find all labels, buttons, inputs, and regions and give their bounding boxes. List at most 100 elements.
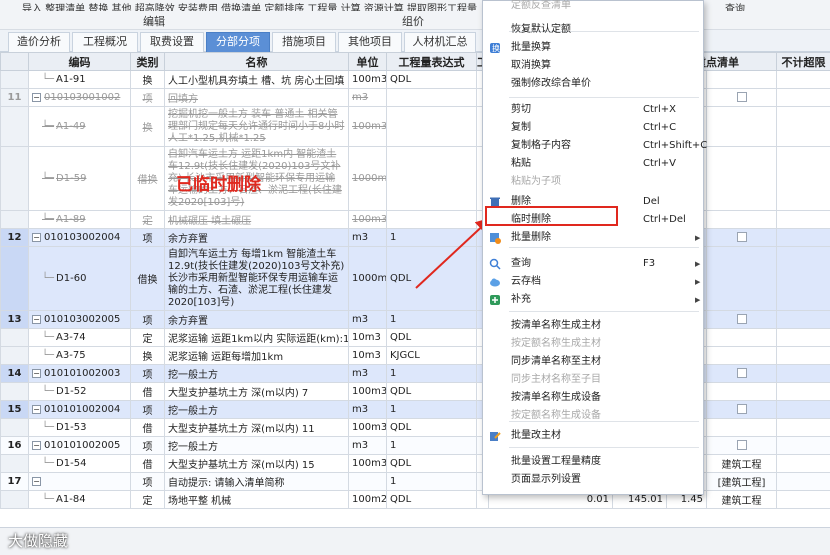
cell-category[interactable]: 借换 xyxy=(130,146,165,211)
col-no-overlimit[interactable]: 不计超限 xyxy=(776,52,830,71)
cell-no-overlimit[interactable] xyxy=(776,364,830,383)
menu-item-1[interactable]: 恢复默认定额 xyxy=(483,21,703,39)
key-bill-checkbox[interactable] xyxy=(736,368,747,378)
key-bill-checkbox[interactable] xyxy=(736,232,747,242)
cell-name[interactable]: 大型支护基坑土方 深(m以内) 11 xyxy=(164,418,349,437)
cell-category[interactable]: 借 xyxy=(130,418,165,437)
cell-key-bill[interactable] xyxy=(706,418,777,437)
cell-code[interactable]: └─ D1-53 xyxy=(28,418,131,437)
menu-item-13[interactable]: 查询 F3 ▶ xyxy=(483,255,703,273)
collapse-toggle-icon[interactable]: − xyxy=(32,440,41,450)
cell-code[interactable]: └─ A1-89 xyxy=(28,210,131,229)
cell-code[interactable]: └─ A1-91 xyxy=(28,70,131,89)
col-unit[interactable]: 单位 xyxy=(348,52,387,71)
cell-code[interactable]: └─ D1-59 xyxy=(28,146,131,211)
menu-item-2[interactable]: 换 批量换算 xyxy=(483,39,703,57)
quota-row[interactable]: └─D1-54借大型支护基坑土方 深(m以内) 15100m3QDL0.0138… xyxy=(0,454,830,473)
cell-unit[interactable]: 100m3 xyxy=(348,418,387,437)
cell-key-bill[interactable] xyxy=(706,210,777,229)
collapse-toggle-icon[interactable]: − xyxy=(32,368,41,378)
cell-name[interactable]: 大型支护基坑土方 深(m以内) 7 xyxy=(164,382,349,401)
cell-name[interactable]: 场地平整 机械 xyxy=(164,490,349,509)
cell-unit[interactable]: m3 xyxy=(348,400,387,419)
cell-category[interactable]: 借 xyxy=(130,454,165,473)
quota-row[interactable]: └─ D1-52 借大型支护基坑土方 深(m以内) 7 100m3 QDL xyxy=(0,382,830,401)
cell-no-overlimit[interactable] xyxy=(776,88,830,107)
cell-key-bill[interactable] xyxy=(706,228,777,247)
cell-unit[interactable]: 100m3 xyxy=(348,382,387,401)
cell-key-bill[interactable] xyxy=(706,436,777,455)
cell-name[interactable]: 余方弃置 xyxy=(164,228,349,247)
cell-category[interactable]: 项 xyxy=(130,228,165,247)
cell-code[interactable]: └─ A1-84 xyxy=(28,490,131,509)
cell-code[interactable]: └─ A3-74 xyxy=(28,328,131,347)
quota-row[interactable]: └─ A3-75 换泥浆运输 运距每增加1km 10m3 KJGCL xyxy=(0,346,830,365)
cell-key-bill[interactable] xyxy=(706,400,777,419)
cell-key-bill[interactable] xyxy=(706,70,777,89)
cell-category[interactable]: 定 xyxy=(130,328,165,347)
cell-code[interactable]: └─ D1-52 xyxy=(28,382,131,401)
cell-code[interactable]: −010101002004 xyxy=(28,400,131,419)
cell-key-bill[interactable] xyxy=(706,328,777,347)
quota-row[interactable]: └─ D1-53 借大型支护基坑土方 深(m以内) 11 100m3 QDL xyxy=(0,418,830,437)
cell-no-overlimit[interactable] xyxy=(776,418,830,437)
cell-key-bill[interactable] xyxy=(706,88,777,107)
cell-code[interactable]: └─ D1-54 xyxy=(28,454,131,473)
bill-row[interactable]: 17−项自动提示: 请输入清单简称1167.8267.82[建筑工程] xyxy=(0,472,830,491)
cell-unit[interactable]: 10m3 xyxy=(348,346,387,365)
cell-name[interactable]: 机械碾压 填土碾压 xyxy=(164,210,349,229)
cell-unit[interactable] xyxy=(348,472,387,491)
tab-measures[interactable]: 措施项目 xyxy=(272,32,336,52)
menu-item-0[interactable]: 定额反查清单 xyxy=(483,0,703,15)
menu-item-23[interactable]: 批量设置工程量精度 xyxy=(483,453,703,471)
cell-no-overlimit[interactable] xyxy=(776,310,830,329)
cell-key-bill[interactable] xyxy=(706,146,777,211)
cell-quantity-expr[interactable]: QDL xyxy=(386,490,477,509)
cell-key-bill[interactable] xyxy=(706,310,777,329)
cell-unit[interactable]: 1000m3 xyxy=(348,146,387,211)
cell-name[interactable]: 大型支护基坑土方 深(m以内) 15 xyxy=(164,454,349,473)
cell-category[interactable]: 换 xyxy=(130,70,165,89)
cell-code[interactable]: −010103001002 xyxy=(28,88,131,107)
cell-category[interactable]: 项 xyxy=(130,310,165,329)
bill-row[interactable]: 11−010103001002 项回填方 m3 xyxy=(0,88,830,107)
cell-quantity-expr[interactable] xyxy=(386,210,477,229)
cell-no-overlimit[interactable] xyxy=(776,228,830,247)
menu-item-18[interactable]: 同步清单名称至主材 xyxy=(483,353,703,371)
bill-row[interactable]: 12−010103002004 项余方弃置 m3 1 xyxy=(0,228,830,247)
menu-item-22[interactable]: 批量改主材 xyxy=(483,427,703,445)
quota-row[interactable]: └─ A3-74 定泥浆运输 运距1km以内 实际运距(km):10 10m3 QDL xyxy=(0,328,830,347)
cell-name[interactable]: 挖一般土方 xyxy=(164,400,349,419)
cell-name[interactable]: 人工小型机具夯填土 槽、坑 房心土回填 人工*0.9 xyxy=(164,70,349,89)
tab-other-items[interactable]: 其他项目 xyxy=(338,32,402,52)
cell-category[interactable]: 项 xyxy=(130,472,165,491)
cell-unit[interactable]: 10m3 xyxy=(348,328,387,347)
tab-fee-settings[interactable]: 取费设置 xyxy=(140,32,204,52)
cell-unit[interactable]: 100m3 xyxy=(348,210,387,229)
cell-code[interactable]: −010103002004 xyxy=(28,228,131,247)
cell-unit[interactable]: m3 xyxy=(348,88,387,107)
cell-category[interactable]: 借换 xyxy=(130,246,165,311)
menu-item-6[interactable]: 复制 Ctrl+C xyxy=(483,119,703,137)
cell-quantity-expr[interactable]: QDL xyxy=(386,454,477,473)
menu-item-21[interactable]: 按定额名称生成设备 xyxy=(483,407,703,425)
menu-item-17[interactable]: 按定额名称生成主材 xyxy=(483,335,703,353)
cell-no-overlimit[interactable] xyxy=(776,490,830,509)
cell-category[interactable]: 项 xyxy=(130,364,165,383)
ribbon-top-items[interactable]: 导入 整理清单 替换 其他 超高降效 安装费用 借换清单 定额排序 工程量 计算… xyxy=(22,0,482,11)
cell-key-bill[interactable] xyxy=(706,364,777,383)
cell-quantity-expr[interactable]: QDL xyxy=(386,382,477,401)
menu-item-19[interactable]: 同步主材名称至子目 xyxy=(483,371,703,389)
menu-item-3[interactable]: 取消换算 xyxy=(483,57,703,75)
cell-code[interactable]: − xyxy=(28,472,131,491)
menu-item-20[interactable]: 按清单名称生成设备 xyxy=(483,389,703,407)
cell-unit[interactable]: m3 xyxy=(348,228,387,247)
quota-row[interactable]: └─ D1-59 借换 自卸汽车运土方 运距1km内 智能渣土车12.9t(技长住建发… xyxy=(0,146,830,211)
cell-quantity-expr[interactable]: QDL xyxy=(386,328,477,347)
cell-no-overlimit[interactable] xyxy=(776,400,830,419)
cell-code[interactable]: └─ A3-75 xyxy=(28,346,131,365)
cell-quantity-expr[interactable] xyxy=(386,88,477,107)
cell-no-overlimit[interactable] xyxy=(776,382,830,401)
cell-no-overlimit[interactable] xyxy=(776,454,830,473)
cell-name[interactable]: 挖掘机挖一般土方 装车 普通土 相关管理部门规定每天允许通行时间小于8小时 人工… xyxy=(164,106,349,147)
